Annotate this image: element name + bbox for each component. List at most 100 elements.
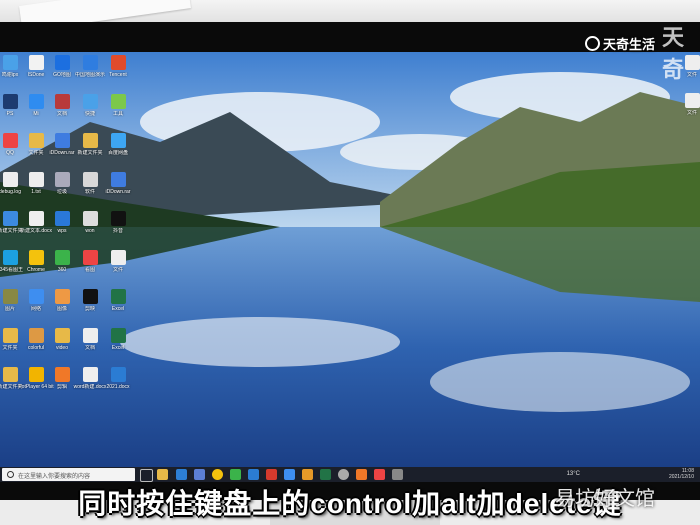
logo-ring-icon (585, 36, 600, 51)
app-icon (111, 94, 126, 109)
desktop-icon[interactable]: Excel (104, 288, 132, 322)
taskbar-app-store[interactable] (194, 469, 205, 480)
desktop-icon[interactable]: ISDone (22, 54, 50, 88)
app-icon (3, 289, 18, 304)
desktop-icon-label: 文件 (686, 110, 697, 116)
taskbar-app-explorer[interactable] (157, 469, 168, 480)
app-icon (111, 172, 126, 187)
desktop-icon[interactable]: 看图 (76, 249, 104, 283)
taskbar-app-folder[interactable] (302, 469, 313, 480)
desktop-icon[interactable]: debug.log (0, 171, 24, 205)
desktop-icon[interactable]: 剪辑 (48, 366, 76, 400)
taskbar-app-excel[interactable] (320, 469, 331, 480)
app-icon (55, 367, 70, 382)
app-icon (55, 328, 70, 343)
app-icon (3, 55, 18, 70)
desktop-icon[interactable]: 抖音 (104, 210, 132, 244)
desktop-icon[interactable]: video (48, 327, 76, 361)
app-icon (3, 250, 18, 265)
desktop-icon-label: Tencent (109, 72, 127, 78)
desktop-icon[interactable]: 新建文件夹 (0, 366, 24, 400)
desktop-icon[interactable]: 鸣谢ipx (0, 54, 24, 88)
desktop-icon[interactable]: Chrome (22, 249, 50, 283)
desktop-icon[interactable]: 新建文本.docx (20, 210, 52, 244)
desktop-icon-label: Excel (111, 306, 125, 312)
desktop-icon[interactable]: 360 (48, 249, 76, 283)
taskbar-app-word[interactable] (248, 469, 259, 480)
desktop-icon[interactable]: 剪映 (76, 288, 104, 322)
app-icon (3, 328, 18, 343)
desktop-icon[interactable]: PotPlayer 64 bit (18, 366, 54, 400)
app-icon (55, 250, 70, 265)
desktop-icon[interactable]: 百度网盘 (104, 132, 132, 166)
desktop-icon[interactable]: word新建.docx (74, 366, 106, 400)
monitor-bezel: 鸣谢ipx ISDone GO地图 中国地图演示 Tencent PS Mi 文档 快捷 工具 QQ… (0, 22, 700, 500)
desktop-icon[interactable]: 文件夹 (0, 327, 24, 361)
taskbar-app-photos[interactable] (284, 469, 295, 480)
desktop-icon[interactable]: 工具 (104, 93, 132, 127)
channel-logo-large: 天奇 (662, 25, 685, 82)
app-icon (3, 367, 18, 382)
app-icon (3, 211, 18, 226)
search-placeholder: 在这里输入你要搜索的内容 (18, 474, 91, 480)
desktop-icon[interactable]: 软件 (76, 171, 104, 205)
channel-logo: 天奇生活 (585, 34, 655, 53)
desktop-icon[interactable]: Mi (22, 93, 50, 127)
app-icon (111, 55, 126, 70)
desktop-icon[interactable]: 新建文件夹 (76, 132, 104, 166)
taskbar: 在这里输入你要搜索的内容 13°C 11:08 2021/12/10 (0, 467, 700, 482)
taskbar-clock[interactable]: 11:08 2021/12/10 (669, 468, 694, 480)
app-icon (55, 172, 70, 187)
desktop-icon[interactable]: GO地图 (48, 54, 76, 88)
app-icon (83, 250, 98, 265)
desktop-icon[interactable]: Excel (104, 327, 132, 361)
taskbar-app-settings[interactable] (338, 469, 349, 480)
desktop-icon[interactable]: 文档 (76, 327, 104, 361)
taskbar-app-wps[interactable] (266, 469, 277, 480)
desktop-icon[interactable]: 图像 (48, 288, 76, 322)
desktop-icon[interactable]: Tencent (104, 54, 132, 88)
desktop-icon[interactable]: 文件 (678, 92, 700, 126)
app-icon (83, 133, 98, 148)
taskbar-app-chrome[interactable] (212, 469, 223, 480)
taskbar-app-wechat[interactable] (230, 469, 241, 480)
taskbar-app-media[interactable] (356, 469, 367, 480)
logo-text: 天奇生活 (603, 37, 656, 52)
desktop-icon[interactable]: iDDown.rar (48, 132, 76, 166)
app-icon (3, 94, 18, 109)
app-icon (111, 328, 126, 343)
desktop-icon[interactable]: 1.txt (22, 171, 50, 205)
desktop-icon[interactable]: 2345看图王 (0, 249, 24, 283)
app-icon (685, 93, 700, 108)
desktop-icon[interactable]: 网络 (22, 288, 50, 322)
desktop-icon[interactable]: 文件 (104, 249, 132, 283)
desktop-icon[interactable]: PS (0, 93, 24, 127)
app-icon (83, 172, 98, 187)
desktop-icon[interactable]: colorful (22, 327, 50, 361)
desktop-icon[interactable]: 中国地图演示 (75, 54, 105, 88)
desktop-icon[interactable]: 图片 (0, 288, 24, 322)
app-icon (29, 172, 44, 187)
desktop-icon-label: 抖音 (112, 228, 123, 234)
desktop-icon[interactable]: 快捷 (76, 93, 104, 127)
desktop-icon[interactable]: QQ (0, 132, 24, 166)
desktop-icon[interactable]: wps (48, 210, 76, 244)
desktop-icon[interactable]: iDDown.rar (104, 171, 132, 205)
taskbar-app-music[interactable] (392, 469, 403, 480)
desktop-icon[interactable]: 垃圾 (48, 171, 76, 205)
desktop-icon[interactable]: 文件夹 (22, 132, 50, 166)
desktop-icon[interactable]: 文档 (48, 93, 76, 127)
desktop-icon[interactable]: won (76, 210, 104, 244)
taskbar-app-browser[interactable] (374, 469, 385, 480)
weather-widget[interactable]: 13°C (567, 471, 580, 477)
task-view-icon[interactable] (140, 469, 153, 482)
search-icon (7, 471, 14, 478)
desktop-icon-label: 文件 (112, 267, 123, 273)
taskbar-search-box[interactable]: 在这里输入你要搜索的内容 (2, 468, 135, 481)
desktop-icon-label: iDDown.rar (105, 189, 131, 195)
taskbar-app-edge[interactable] (176, 469, 187, 480)
app-icon (29, 367, 44, 382)
desktop-icon[interactable]: 2021.docx (104, 366, 132, 400)
desktop-icon[interactable]: 新建文件夹 (0, 210, 24, 244)
app-icon (111, 250, 126, 265)
